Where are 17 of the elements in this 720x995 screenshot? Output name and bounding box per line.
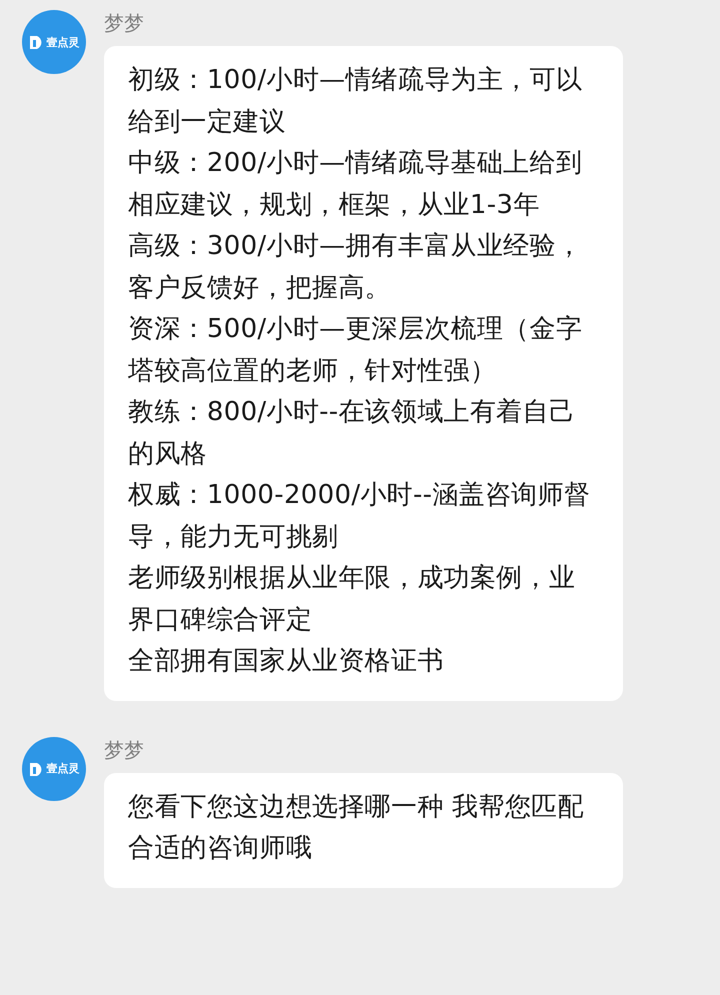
message-text: 教练：800/小时--在该领域上有着自己的风格	[128, 396, 576, 470]
message-text: 高级：300/小时—拥有丰富从业经验，客户反馈好，把握高。	[128, 230, 584, 304]
message-text: 资深：500/小时—更深层次梳理（金字塔较高位置的老师，针对性强）	[128, 313, 584, 388]
sender-name: 梦梦	[104, 10, 145, 36]
avatar[interactable]: 壹点灵	[22, 10, 86, 74]
message-text: 初级：100/小时—情绪疏导为主，可以给到一定建议	[128, 64, 584, 138]
logo-icon	[28, 34, 44, 50]
message-text: 权威：1000-2000/小时--涵盖咨询师督导，能力无可挑剔	[128, 479, 592, 554]
message-text: 中级：200/小时—情绪疏导基础上给到相应建议，规划，框架，从业1-3年	[128, 147, 584, 222]
avatar-logo-text: 壹点灵	[46, 761, 80, 776]
sender-name: 梦梦	[104, 736, 145, 762]
message-text: 您看下您这边想选择哪一种 我帮您匹配合适的咨询师哦	[128, 790, 585, 865]
message-text: 全部拥有国家从业资格证书	[128, 645, 445, 678]
logo-icon	[28, 760, 44, 776]
message-text: 老师级别根据从业年限，成功案例，业界口碑综合评定	[128, 562, 576, 636]
avatar[interactable]: 壹点灵	[22, 736, 86, 800]
avatar-logo-text: 壹点灵	[46, 34, 80, 50]
